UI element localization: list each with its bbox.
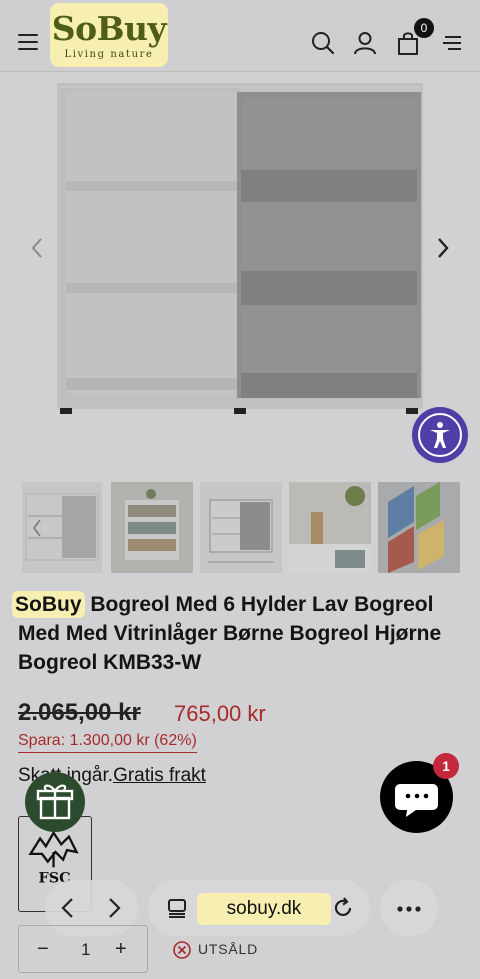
more-button[interactable]	[380, 880, 438, 936]
account-icon[interactable]	[352, 30, 378, 56]
gift-button[interactable]	[25, 772, 85, 832]
logo-text: SoBuy	[51, 9, 167, 48]
brand-highlight: SoBuy	[12, 591, 85, 618]
thumbnail-2[interactable]	[111, 482, 193, 573]
more-icon	[397, 906, 421, 912]
chevron-left-icon[interactable]	[28, 236, 46, 260]
free-shipping-link[interactable]: Gratis frakt	[113, 765, 206, 786]
site-header: SoBuy Living nature 0	[0, 0, 480, 72]
cart-count-badge: 0	[414, 18, 434, 38]
drawer-icon[interactable]	[440, 30, 466, 56]
product-page: SoBuy Living nature 0 SoBuy Bogreol Med …	[0, 0, 480, 979]
thumbnail-3[interactable]	[200, 482, 282, 573]
quantity-decrease-button[interactable]: −	[37, 938, 49, 961]
original-price: 2.065,00 kr	[18, 699, 141, 726]
accessibility-button[interactable]	[412, 407, 468, 463]
accessibility-icon	[418, 413, 462, 457]
thumbnail-1[interactable]	[22, 482, 102, 573]
quantity-value[interactable]: 1	[81, 940, 90, 960]
thumbnail-5[interactable]	[378, 482, 460, 573]
product-main-image[interactable]	[30, 78, 450, 418]
menu-icon[interactable]	[18, 34, 38, 50]
savings-label: Spara: 1.300,00 kr (62%)	[18, 732, 197, 753]
stock-status-label: UTSÅLD	[198, 941, 259, 957]
thumbnail-4[interactable]	[289, 482, 371, 573]
search-icon[interactable]	[310, 30, 336, 56]
quantity-increase-button[interactable]: +	[115, 938, 127, 961]
logo-tagline: Living nature	[64, 49, 154, 60]
product-title: SoBuy Bogreol Med 6 Hylder Lav Bogreol M…	[12, 590, 468, 677]
close-circle-icon	[173, 941, 191, 959]
chat-unread-badge: 1	[433, 753, 459, 779]
chevron-right-icon[interactable]	[434, 236, 452, 260]
reload-icon[interactable]	[331, 896, 355, 920]
thumbnail-strip	[0, 482, 480, 574]
tabs-icon[interactable]	[166, 897, 188, 919]
sale-price: 765,00 kr	[174, 701, 266, 726]
gift-icon	[36, 784, 74, 820]
url-text[interactable]: sobuy.dk	[197, 893, 331, 925]
back-icon[interactable]	[57, 896, 79, 920]
quantity-stepper: − 1 +	[18, 925, 148, 973]
site-logo[interactable]: SoBuy Living nature	[50, 3, 168, 67]
forward-icon[interactable]	[103, 896, 125, 920]
